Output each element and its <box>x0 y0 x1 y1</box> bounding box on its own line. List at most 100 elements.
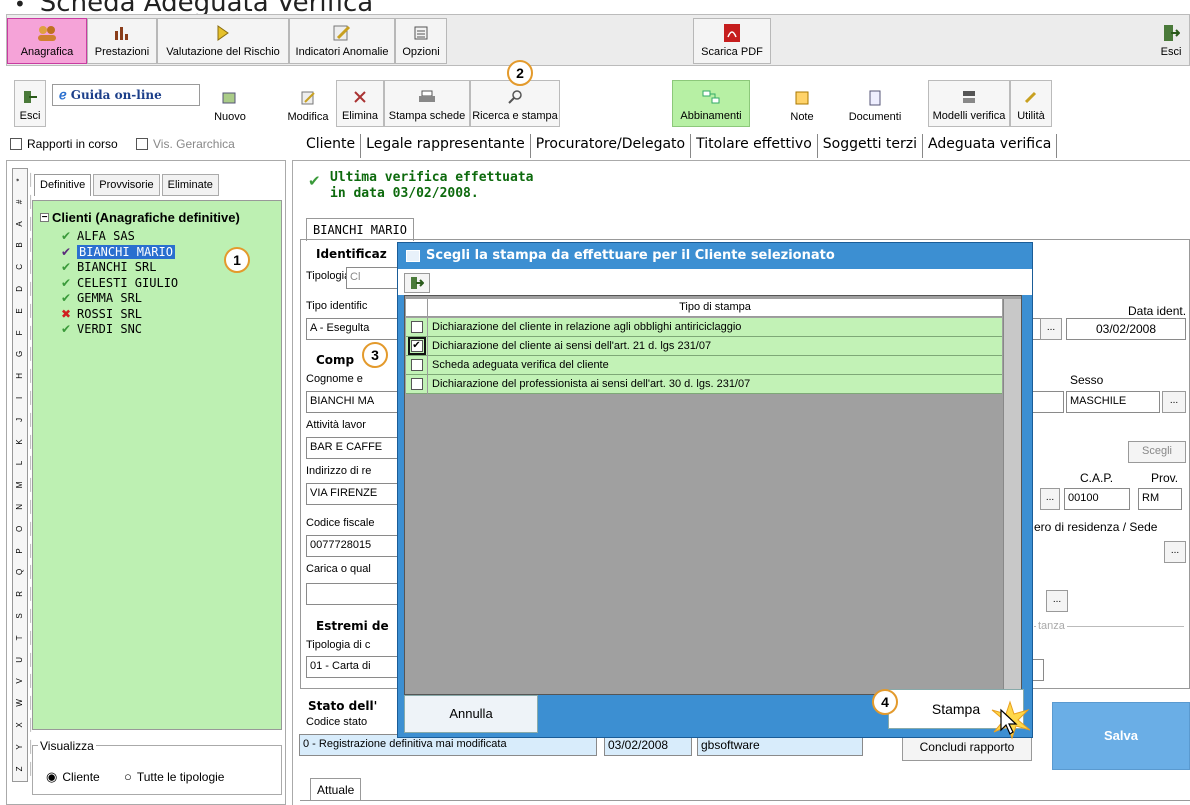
dialog-exit-button[interactable] <box>404 273 430 293</box>
salva-button[interactable]: Salva <box>1052 702 1190 770</box>
collapse-icon[interactable]: − <box>40 212 49 223</box>
sesso-picker-button[interactable]: ... <box>1162 391 1186 413</box>
tab-soggetti-terzi[interactable]: Soggetti terzi <box>818 134 924 158</box>
row-checkbox[interactable] <box>410 378 423 390</box>
esci-button[interactable]: Esci <box>14 80 46 127</box>
tab-adeguata-verifica[interactable]: Adeguata verifica <box>923 134 1058 158</box>
cap-picker-button[interactable]: ... <box>1040 488 1060 510</box>
stampa-schede-button[interactable]: Stampa schede <box>384 80 470 127</box>
modelli-verifica-button[interactable]: Modelli verifica <box>928 80 1010 127</box>
alpha-index-letter[interactable]: N <box>9 499 31 514</box>
alpha-index-letter[interactable]: R <box>9 587 31 602</box>
tab-opzioni[interactable]: Opzioni <box>395 18 447 64</box>
alpha-index-letter[interactable]: K <box>9 434 31 449</box>
alpha-index-letter[interactable]: X <box>9 717 31 732</box>
utilita-button[interactable]: Utilità <box>1010 80 1052 127</box>
nuovo-button[interactable]: Nuovo <box>202 80 258 127</box>
tipologia-documento-field[interactable]: 01 - Carta di <box>306 656 400 678</box>
alpha-index-letter[interactable]: Q <box>9 565 31 580</box>
annulla-button[interactable]: Annulla <box>404 695 538 733</box>
scarica-pdf-button[interactable]: Scarica PDF <box>693 18 771 64</box>
modifica-button[interactable]: Modifica <box>282 80 334 127</box>
alpha-index-letter[interactable]: M <box>9 478 31 493</box>
tab-valutazione-rischio[interactable]: Valutazione del Rischio <box>157 18 289 64</box>
print-type-row[interactable]: ✔ Dichiarazione del cliente ai sensi dell… <box>406 336 1002 356</box>
note-button[interactable]: Note <box>782 80 822 127</box>
alpha-index-letter[interactable]: D <box>9 281 31 296</box>
documenti-button[interactable]: Documenti <box>842 80 908 127</box>
estero-picker-button[interactable]: ... <box>1164 541 1186 563</box>
tipo-identificazione-field[interactable]: A - Esegulta <box>306 318 400 340</box>
codice-fiscale-field[interactable]: 0077728015 <box>306 535 400 557</box>
alpha-index-letter[interactable]: G <box>9 347 31 362</box>
data-ident-picker-button[interactable]: ... <box>1040 318 1062 340</box>
ricerca-stampa-button[interactable]: Ricerca e stampa <box>470 80 560 127</box>
alpha-index-letter[interactable]: U <box>9 652 31 667</box>
alpha-index-letter[interactable]: F <box>9 325 31 340</box>
carica-field[interactable] <box>306 583 400 605</box>
scegli-button[interactable]: Scegli <box>1128 441 1186 463</box>
tab-procuratore-delegato[interactable]: Procuratore/Delegato <box>531 134 692 158</box>
radio-tutte-tipologie[interactable]: ○ Tutte le tipologie <box>124 769 224 784</box>
tab-prestazioni[interactable]: Prestazioni <box>87 18 157 64</box>
abbinamenti-button[interactable]: Abbinamenti <box>672 80 750 127</box>
alpha-index-letter[interactable]: J <box>9 412 31 427</box>
tree-item[interactable]: ✔ BIANCHI SRL <box>58 260 157 274</box>
tab-titolare-effettivo[interactable]: Titolare effettivo <box>691 134 818 158</box>
tree-root[interactable]: − Clienti (Anagrafiche definitive) <box>40 210 240 225</box>
elimina-button[interactable]: Elimina <box>336 80 384 127</box>
sesso-field[interactable]: MASCHILE <box>1066 391 1160 413</box>
tab-cliente[interactable]: Cliente <box>306 134 362 158</box>
prov-field[interactable]: RM <box>1138 488 1182 510</box>
print-type-row[interactable]: Dichiarazione del professionista ai sens… <box>406 374 1002 394</box>
alpha-index-letter[interactable]: # <box>9 194 31 209</box>
tree-item[interactable]: ✔ ALFA SAS <box>58 229 135 243</box>
cognome-field[interactable]: BIANCHI MA <box>306 391 400 413</box>
print-type-row[interactable]: Scheda adeguata verifica del cliente <box>406 355 1002 375</box>
cap-field[interactable]: 00100 <box>1064 488 1130 510</box>
radio-cliente[interactable]: ◉ Cliente <box>46 769 100 785</box>
alpha-index-letter[interactable]: Y <box>9 739 31 754</box>
vis-gerarchica-checkbox[interactable]: Vis. Gerarchica <box>136 137 235 151</box>
tree-item[interactable]: ✔ VERDI SNC <box>58 322 142 336</box>
tab-legale-rappresentante[interactable]: Legale rappresentante <box>361 134 531 158</box>
scrollbar[interactable] <box>1003 299 1021 694</box>
guida-online-button[interactable]: ℯ Guida on-line <box>52 84 200 106</box>
tab-eliminate[interactable]: Eliminate <box>161 174 219 196</box>
alpha-index-letter[interactable]: A <box>9 216 31 231</box>
alpha-index-letter[interactable]: O <box>9 521 31 536</box>
checkbox-box[interactable] <box>10 138 22 150</box>
tree-item[interactable]: ✖ ROSSI SRL <box>58 307 142 321</box>
tab-anagrafica[interactable]: Anagrafica <box>7 18 87 64</box>
tab-attuale[interactable]: Attuale <box>310 778 362 801</box>
data-ident-field[interactable]: 03/02/2008 <box>1066 318 1186 340</box>
alpha-index-letter[interactable]: Z <box>9 761 31 776</box>
checkbox-box[interactable] <box>136 138 148 150</box>
alpha-index-letter[interactable]: I <box>9 390 31 405</box>
tab-indicatori-anomalie[interactable]: Indicatori Anomalie <box>289 18 395 64</box>
alpha-index-letter[interactable]: E <box>9 303 31 318</box>
print-type-row[interactable]: Dichiarazione del cliente in relazione a… <box>406 317 1002 337</box>
tree-item[interactable]: ✔ CELESTI GIULIO <box>58 276 178 290</box>
row-checkbox[interactable]: ✔ <box>407 337 426 355</box>
exit-app-button[interactable]: Esci <box>1153 18 1189 64</box>
carica-picker-button[interactable]: ... <box>1046 590 1068 612</box>
tipologia-field[interactable]: Cl <box>346 267 398 289</box>
alpha-index-letter[interactable]: C <box>9 260 31 275</box>
alpha-index-letter[interactable]: T <box>9 630 31 645</box>
attivita-field[interactable]: BAR E CAFFE <box>306 437 400 459</box>
rapporti-in-corso-checkbox[interactable]: Rapporti in corso <box>10 137 118 151</box>
row-checkbox[interactable] <box>410 321 423 333</box>
client-tab[interactable]: BIANCHI MARIO <box>306 218 414 241</box>
tree-item[interactable]: ✔ BIANCHI MARIO <box>58 244 175 259</box>
alpha-index-letter[interactable]: B <box>9 238 31 253</box>
tab-definitive[interactable]: Definitive <box>34 174 92 196</box>
row-checkbox[interactable] <box>410 359 423 371</box>
alpha-index-letter[interactable]: L <box>9 456 31 471</box>
alpha-index-letter[interactable]: V <box>9 674 31 689</box>
tab-provvisorie[interactable]: Provvisorie <box>93 174 160 196</box>
tree-item[interactable]: ✔ GEMMA SRL <box>58 291 142 305</box>
alpha-index-letter[interactable]: * <box>9 172 31 187</box>
alpha-index-letter[interactable]: S <box>9 608 31 623</box>
alpha-index-letter[interactable]: P <box>9 543 31 558</box>
